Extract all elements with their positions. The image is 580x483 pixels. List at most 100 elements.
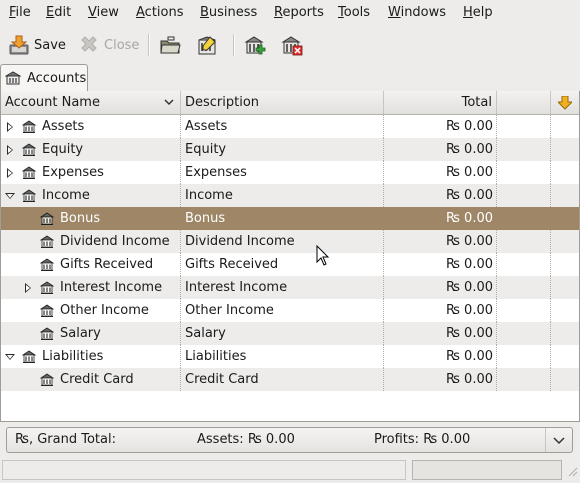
resize-grip-icon[interactable]: [566, 465, 578, 481]
grid-line: [383, 230, 385, 253]
account-description: Dividend Income: [185, 234, 295, 249]
account-total: ₨ 0.00: [445, 303, 493, 318]
column-header-total-label: Total: [461, 95, 492, 110]
assets-summary: Assets: ₨ 0.00: [197, 432, 295, 447]
expander-expanded-icon[interactable]: [5, 193, 15, 199]
save-icon: [8, 34, 30, 56]
menu-mnemonic: B: [200, 5, 209, 20]
grid-line: [383, 115, 385, 138]
account-row-interest-income[interactable]: Interest Income Interest Income ₨ 0.00: [1, 276, 579, 299]
progress-area: [412, 460, 562, 480]
grid-line: [180, 299, 182, 322]
account-row-bonus[interactable]: Bonus Bonus ₨ 0.00: [1, 207, 579, 230]
grid-line: [496, 276, 498, 299]
new-account-icon: [244, 34, 266, 56]
summary-bar[interactable]: ₨, Grand Total: Assets: ₨ 0.00 Profits: …: [6, 427, 573, 453]
menu-actions[interactable]: Actions: [136, 4, 184, 22]
open-account-button[interactable]: [159, 31, 181, 59]
account-row-income[interactable]: Income Income ₨ 0.00: [1, 184, 579, 207]
account-row-credit-card[interactable]: Credit Card Credit Card ₨ 0.00: [1, 368, 579, 391]
grid-line: [180, 253, 182, 276]
account-total: ₨ 0.00: [445, 119, 493, 134]
grand-total-label: ₨, Grand Total:: [15, 432, 116, 447]
account-row-assets[interactable]: Assets Assets ₨ 0.00: [1, 115, 579, 138]
account-description: Gifts Received: [185, 257, 279, 272]
account-icon: [39, 280, 55, 294]
grid-line: [180, 368, 182, 391]
account-description: Liabilities: [185, 349, 247, 364]
toolbar-separator: [233, 34, 235, 56]
mouse-pointer-icon: [316, 244, 330, 267]
account-row-salary[interactable]: Salary Salary ₨ 0.00: [1, 322, 579, 345]
account-row-dividend-income[interactable]: Dividend Income Dividend Income ₨ 0.00: [1, 230, 579, 253]
edit-account-button[interactable]: [196, 31, 218, 59]
expander-expanded-icon[interactable]: [5, 354, 15, 360]
account-icon: [39, 234, 55, 248]
column-header-total[interactable]: Total: [384, 91, 497, 114]
account-total: ₨ 0.00: [445, 211, 493, 226]
save-button-label: Save: [34, 37, 66, 53]
menu-view[interactable]: View: [88, 4, 119, 22]
menu-mnemonic: W: [388, 5, 401, 20]
grid-line: [383, 253, 385, 276]
grid-line: [496, 345, 498, 368]
close-button[interactable]: Close: [78, 31, 139, 59]
column-header-account-name-label: Account Name: [5, 95, 100, 110]
menu-business[interactable]: Business: [200, 4, 257, 22]
menu-help[interactable]: Help: [463, 4, 493, 22]
menu-mnemonic: V: [88, 5, 97, 20]
grid-line: [550, 138, 552, 161]
column-selector-button[interactable]: [551, 91, 579, 114]
account-icon: [39, 372, 55, 386]
menu-edit[interactable]: Edit: [46, 4, 71, 22]
tab-accounts[interactable]: Accounts: [0, 64, 88, 91]
account-row-equity[interactable]: Equity Equity ₨ 0.00: [1, 138, 579, 161]
menu-windows[interactable]: Windows: [388, 4, 446, 22]
account-description: Credit Card: [185, 372, 259, 387]
account-total: ₨ 0.00: [445, 326, 493, 341]
menu-label: indows: [400, 5, 447, 20]
menu-file[interactable]: File: [9, 4, 31, 22]
delete-account-button[interactable]: [281, 31, 303, 59]
account-row-liabilities[interactable]: Liabilities Liabilities ₨ 0.00: [1, 345, 579, 368]
menu-mnemonic: H: [463, 5, 473, 20]
grid-line: [383, 368, 385, 391]
account-icon: [21, 165, 37, 179]
account-icon: [39, 211, 55, 225]
menu-reports[interactable]: Reports: [274, 4, 324, 22]
account-total: ₨ 0.00: [445, 257, 493, 272]
account-description: Assets: [185, 119, 228, 134]
grid-line: [383, 299, 385, 322]
summary-dropdown-button[interactable]: [545, 428, 572, 452]
expander-collapsed-icon[interactable]: [25, 283, 31, 293]
account-row-other-income[interactable]: Other Income Other Income ₨ 0.00: [1, 299, 579, 322]
account-icon: [21, 119, 37, 133]
grid-line: [383, 184, 385, 207]
grid-line: [550, 322, 552, 345]
account-icon: [21, 349, 37, 363]
account-total: ₨ 0.00: [445, 234, 493, 249]
grid-line: [496, 161, 498, 184]
grid-line: [180, 345, 182, 368]
account-total: ₨ 0.00: [445, 372, 493, 387]
account-description: Interest Income: [185, 280, 288, 295]
menu-mnemonic: E: [46, 5, 55, 20]
column-header-description[interactable]: Description: [181, 91, 384, 114]
account-tree: Account Name Description Total Assets Ass…: [0, 91, 580, 422]
account-row-expenses[interactable]: Expenses Expenses ₨ 0.00: [1, 161, 579, 184]
account-icon: [39, 257, 55, 271]
column-header-account-name[interactable]: Account Name: [1, 91, 181, 114]
expander-collapsed-icon[interactable]: [7, 122, 13, 132]
new-account-button[interactable]: [244, 31, 266, 59]
account-name: Liabilities: [42, 349, 104, 364]
save-button[interactable]: Save: [8, 31, 66, 59]
expander-collapsed-icon[interactable]: [7, 145, 13, 155]
account-name: Credit Card: [60, 372, 134, 387]
grid-line: [383, 138, 385, 161]
menu-tools[interactable]: Tools: [338, 4, 370, 22]
account-row-gifts-received[interactable]: Gifts Received Gifts Received ₨ 0.00: [1, 253, 579, 276]
toolbar-separator: [148, 34, 150, 56]
expander-collapsed-icon[interactable]: [7, 168, 13, 178]
delete-account-icon: [281, 34, 303, 56]
account-name: Gifts Received: [60, 257, 154, 272]
